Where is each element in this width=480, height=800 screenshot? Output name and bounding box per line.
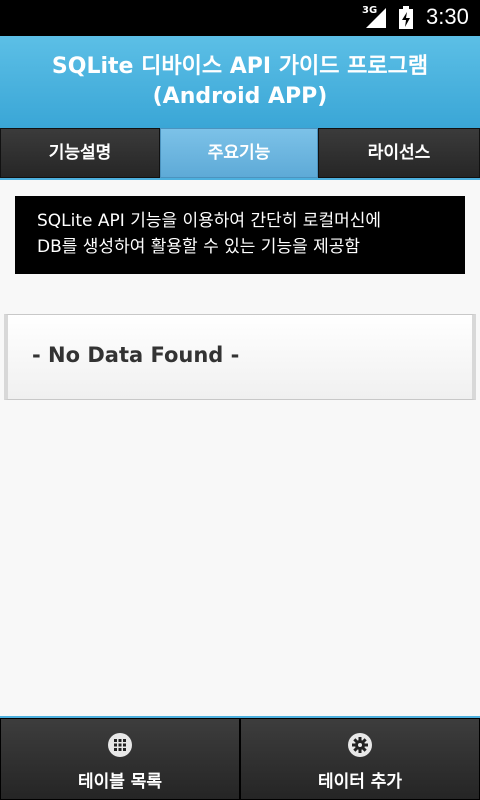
- clock: 3:30: [426, 4, 469, 29]
- grid-icon: [108, 733, 132, 757]
- tab-bar: 기능설명 주요기능 라이선스: [0, 128, 480, 180]
- empty-list-text: - No Data Found -: [32, 343, 240, 367]
- add-data-button[interactable]: 테이터 추가: [240, 718, 480, 800]
- list-item[interactable]: - No Data Found -: [4, 314, 476, 400]
- bottom-action-bar: 테이블 목록 테이터 추가: [0, 716, 480, 800]
- signal-icon: [366, 8, 386, 28]
- description-box: SQLite API 기능을 이용하여 간단히 로컬머신에 DB를 생성하여 활…: [15, 196, 465, 274]
- add-data-label: 테이터 추가: [317, 772, 403, 792]
- table-list-button[interactable]: 테이블 목록: [0, 718, 240, 800]
- tab-feature-description[interactable]: 기능설명: [0, 128, 160, 178]
- app-title-bar: SQLite 디바이스 API 가이드 프로그램 (Android APP): [0, 36, 480, 130]
- tab-main-features[interactable]: 주요기능: [160, 128, 318, 178]
- description-line-1: SQLite API 기능을 이용하여 간단히 로컬머신에: [37, 211, 382, 231]
- battery-charging-icon: [399, 6, 413, 29]
- tab-license[interactable]: 라이선스: [318, 128, 480, 178]
- table-list-label: 테이블 목록: [77, 772, 163, 792]
- status-bar: 3G 3:30: [0, 0, 480, 36]
- app-title: SQLite 디바이스 API 가이드 프로그램: [51, 54, 429, 79]
- tab-underline: [0, 178, 480, 180]
- app-subtitle: (Android APP): [152, 84, 328, 109]
- gear-icon: [348, 733, 372, 757]
- description-line-2: DB를 생성하여 활용할 수 있는 기능을 제공함: [37, 237, 361, 257]
